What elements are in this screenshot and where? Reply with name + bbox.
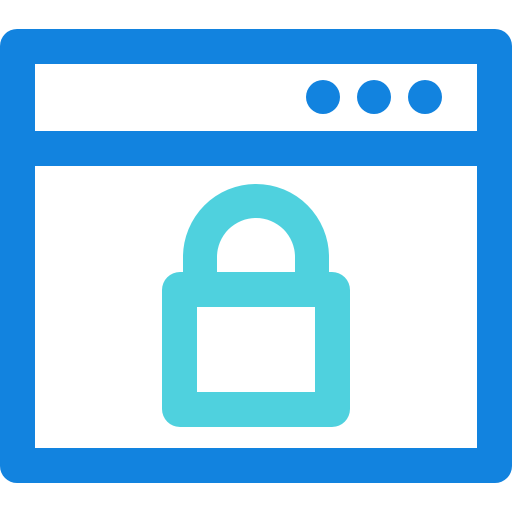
padlock-shackle <box>183 184 329 275</box>
icon-canvas <box>0 0 512 512</box>
padlock-body <box>162 272 350 427</box>
dot-icon <box>408 80 442 114</box>
dot-icon <box>357 80 391 114</box>
secure-browser-window-icon <box>0 29 512 483</box>
window-controls <box>306 80 442 114</box>
dot-icon <box>306 80 340 114</box>
padlock-icon <box>162 184 350 427</box>
